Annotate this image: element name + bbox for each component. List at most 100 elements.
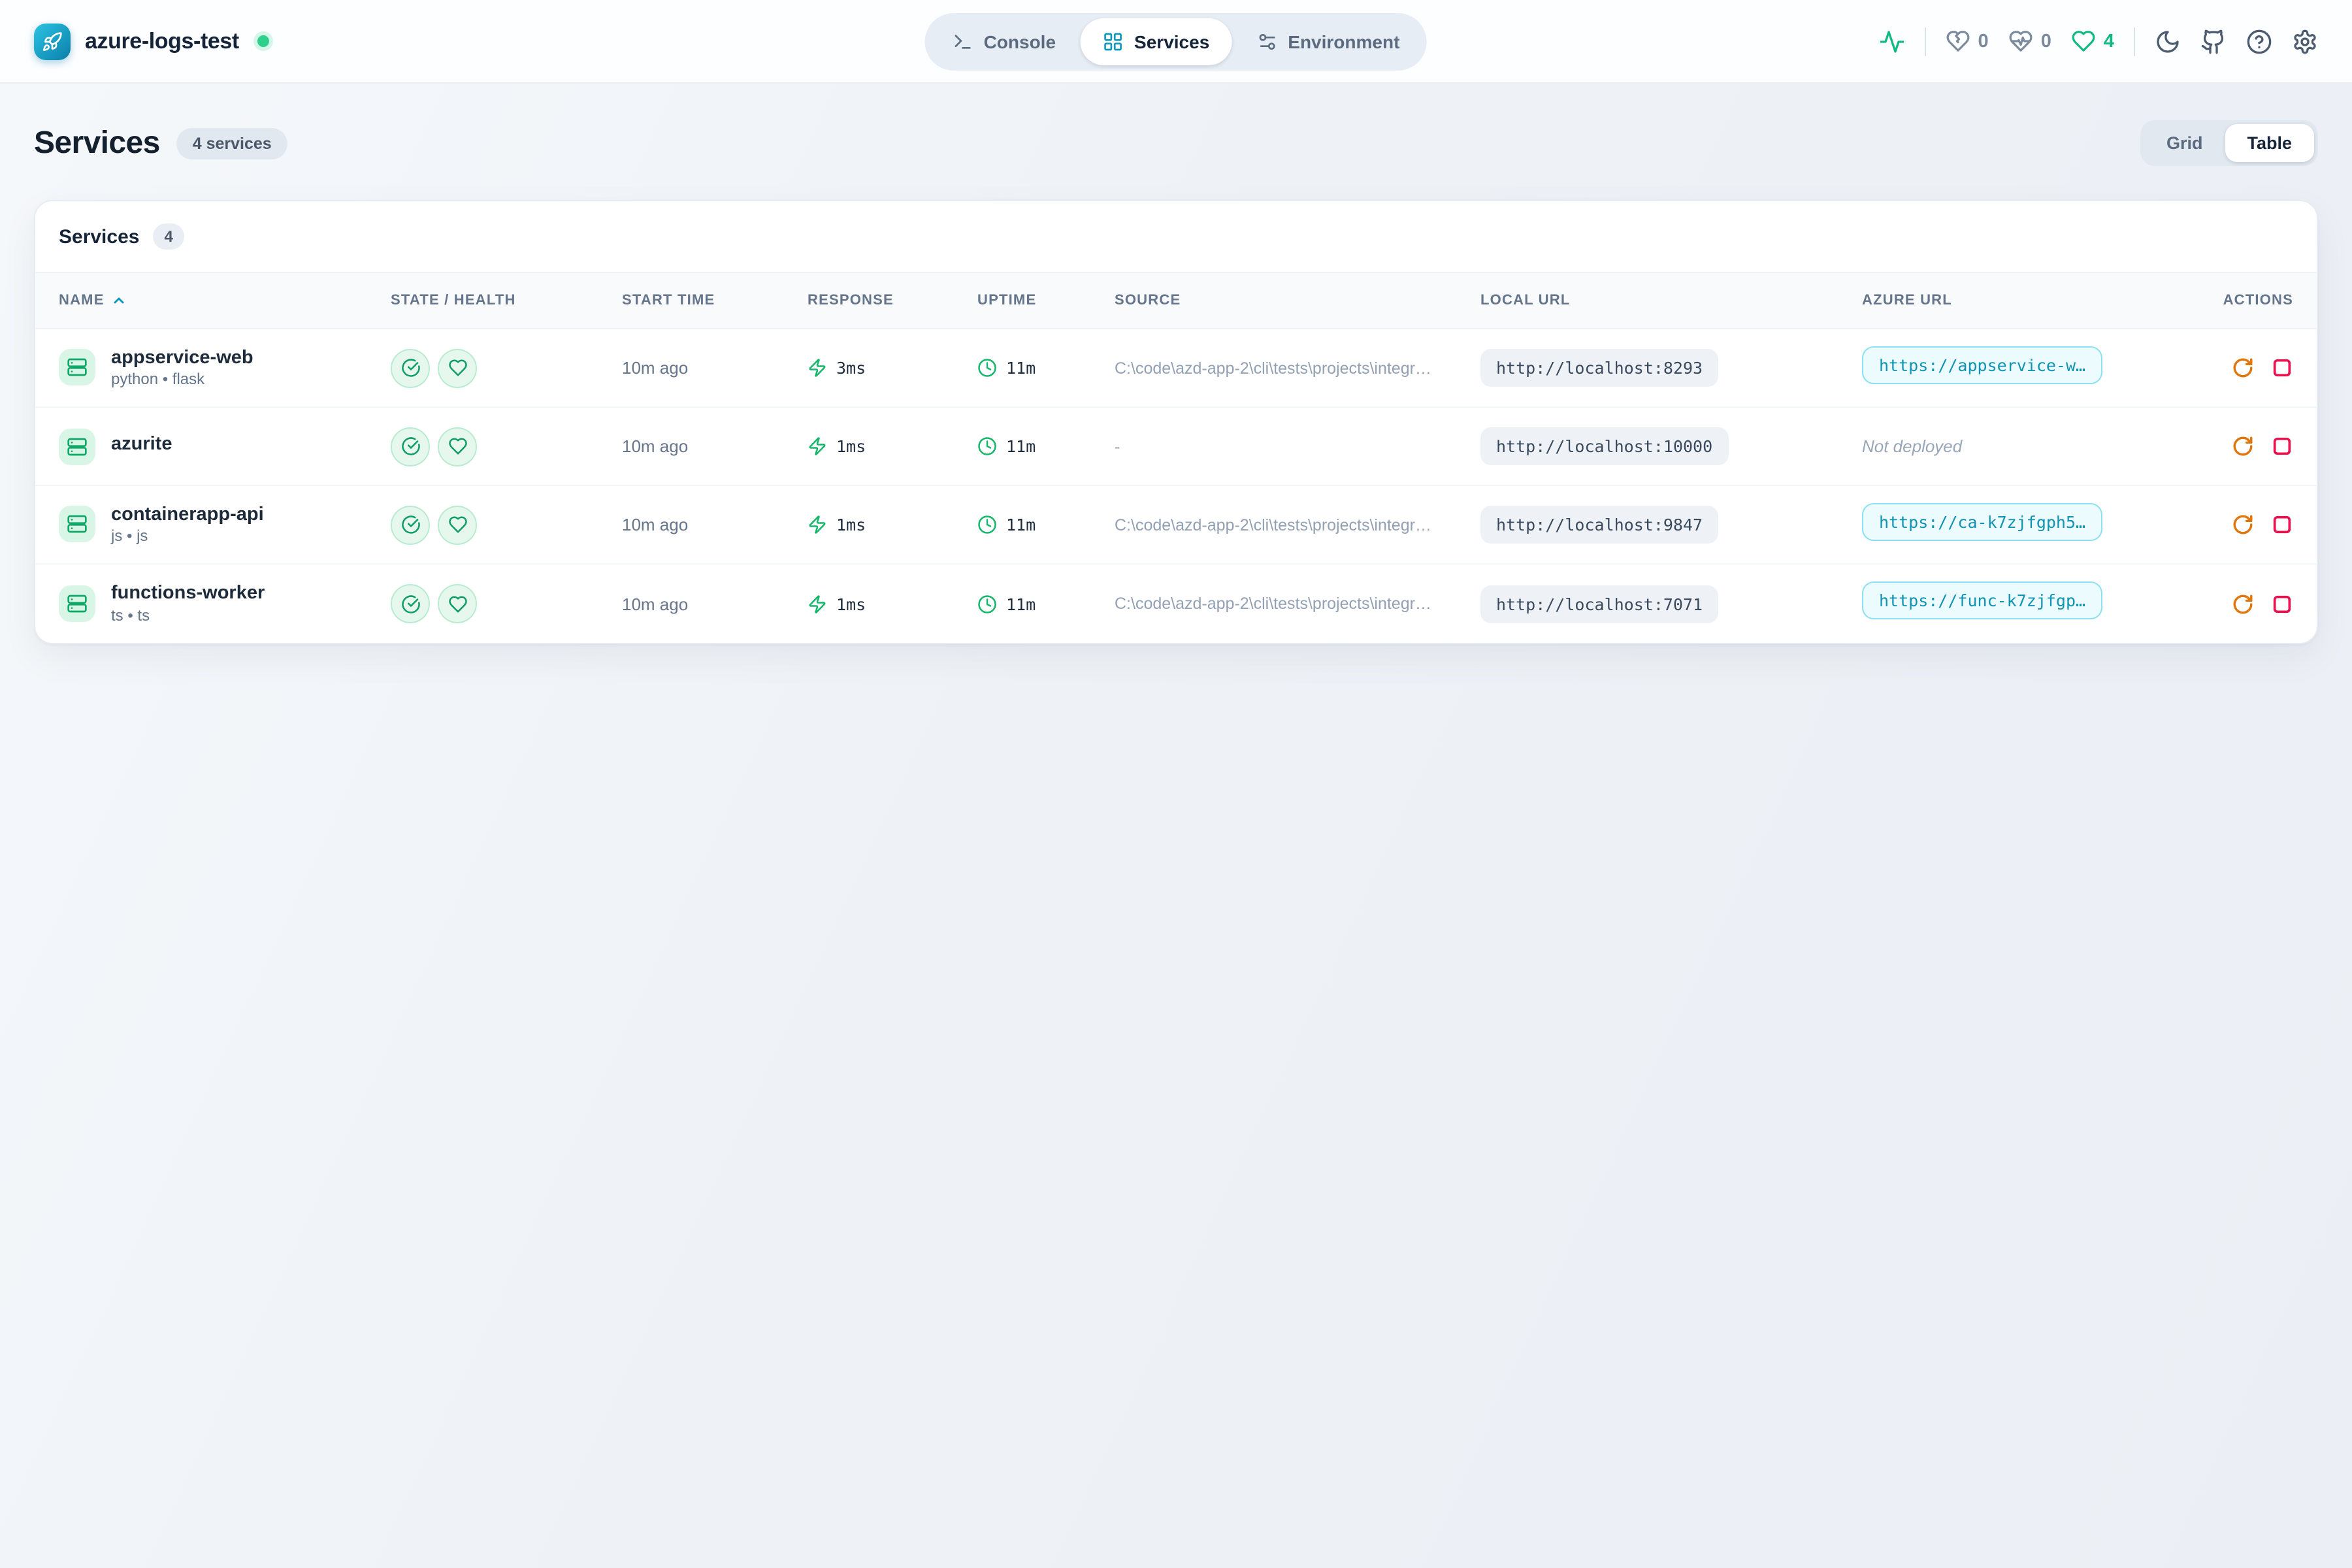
check-circle-icon xyxy=(400,515,420,534)
service-name-cell: azurite xyxy=(59,428,391,465)
actions-cell xyxy=(2139,357,2293,379)
activity-icon xyxy=(1879,28,1905,54)
zap-icon xyxy=(808,358,827,378)
actions-cell xyxy=(2139,514,2293,536)
stop-square-icon xyxy=(2271,435,2293,457)
card-header: Services 4 xyxy=(35,201,2317,272)
app-title: azure-logs-test xyxy=(85,28,239,54)
server-icon xyxy=(59,585,95,622)
start-time: 10m ago xyxy=(622,436,808,456)
tab-environment[interactable]: Environment xyxy=(1234,18,1422,65)
local-url-chip[interactable]: http://localhost:7071 xyxy=(1480,585,1718,623)
dark-mode-toggle[interactable] xyxy=(2155,28,2181,54)
uptime-cell: 11m xyxy=(977,358,1115,378)
restart-button[interactable] xyxy=(2232,593,2254,615)
restart-button[interactable] xyxy=(2232,514,2254,536)
tab-console[interactable]: Console xyxy=(930,18,1078,65)
azure-url-chip[interactable]: https://func-k7zjfgp… xyxy=(1862,581,2102,619)
tab-services[interactable]: Services xyxy=(1081,18,1232,65)
table-row[interactable]: azurite 10m ago 1ms 11m - http://localho… xyxy=(35,408,2317,486)
stat-degraded: 0 xyxy=(2008,29,2051,54)
stop-button[interactable] xyxy=(2271,514,2293,536)
column-state-health[interactable]: State / Health xyxy=(391,293,622,308)
health-healthy-badge xyxy=(438,348,477,387)
terminal-icon xyxy=(953,31,973,52)
state-running-badge xyxy=(391,348,430,387)
local-url-chip[interactable]: http://localhost:9847 xyxy=(1480,506,1718,544)
start-time: 10m ago xyxy=(622,594,808,613)
health-healthy-badge xyxy=(438,427,477,466)
health-healthy-badge xyxy=(438,505,477,544)
services-card: Services 4 Name State / Health Start Tim… xyxy=(34,200,2318,644)
azure-url-chip[interactable]: https://ca-k7zjfgph5… xyxy=(1862,502,2102,540)
heart-icon xyxy=(448,515,467,534)
response-value: 3ms xyxy=(836,358,866,378)
source-path: C:\code\azd-app-2\cli\tests\projects\int… xyxy=(1115,515,1480,534)
help-circle-icon xyxy=(2246,28,2272,54)
header-actions: 0 0 4 xyxy=(1879,27,2318,56)
response-value: 1ms xyxy=(836,436,866,456)
help-button[interactable] xyxy=(2246,28,2272,54)
rocket-logo-icon xyxy=(34,23,71,59)
server-icon xyxy=(59,350,95,386)
azure-url-chip[interactable]: https://appservice-w… xyxy=(1862,346,2102,384)
restart-icon xyxy=(2232,514,2254,536)
grid-view-button[interactable]: Grid xyxy=(2144,124,2225,162)
service-name: azurite xyxy=(111,434,172,455)
local-url-chip[interactable]: http://localhost:8293 xyxy=(1480,349,1718,387)
state-health-cell xyxy=(391,584,622,623)
moon-icon xyxy=(2155,28,2181,54)
stat-healthy: 4 xyxy=(2071,29,2114,54)
service-subtitle: js • js xyxy=(111,528,264,545)
service-name: appservice-web xyxy=(111,347,253,368)
divider xyxy=(2134,27,2135,56)
column-source[interactable]: Source xyxy=(1115,293,1480,308)
clock-icon xyxy=(977,358,997,378)
column-name[interactable]: Name xyxy=(59,293,391,308)
actions-cell xyxy=(2139,593,2293,615)
github-link[interactable] xyxy=(2200,28,2227,54)
heart-icon xyxy=(448,358,467,378)
table-row[interactable]: functions-workerts • ts 10m ago 1ms 11m … xyxy=(35,564,2317,643)
uptime-value: 11m xyxy=(1006,594,1036,613)
state-health-cell xyxy=(391,348,622,387)
stop-button[interactable] xyxy=(2271,593,2293,615)
stop-button[interactable] xyxy=(2271,435,2293,457)
uptime-cell: 11m xyxy=(977,515,1115,534)
heart-crack-icon xyxy=(1946,29,1970,54)
check-circle-icon xyxy=(400,436,420,456)
sort-ascending-icon xyxy=(111,293,127,308)
column-actions: Actions xyxy=(2139,293,2293,308)
app-root: azure-logs-test Console Services Environ… xyxy=(0,0,2352,1568)
table-row[interactable]: appservice-webpython • flask 10m ago 3ms… xyxy=(35,329,2317,408)
service-name-cell: functions-workerts • ts xyxy=(59,583,391,625)
state-running-badge xyxy=(391,505,430,544)
column-local-url[interactable]: Local URL xyxy=(1480,293,1862,308)
uptime-cell: 11m xyxy=(977,594,1115,613)
table-row[interactable]: containerapp-apijs • js 10m ago 1ms 11m … xyxy=(35,486,2317,564)
brand: azure-logs-test xyxy=(34,23,269,59)
column-azure-url[interactable]: Azure URL xyxy=(1862,293,2139,308)
uptime-cell: 11m xyxy=(977,436,1115,456)
divider xyxy=(1925,27,1926,56)
column-uptime[interactable]: Uptime xyxy=(977,293,1115,308)
clock-icon xyxy=(977,436,997,456)
table-view-button[interactable]: Table xyxy=(2225,124,2314,162)
response-cell: 1ms xyxy=(808,436,977,456)
column-start-time[interactable]: Start Time xyxy=(622,293,808,308)
stop-button[interactable] xyxy=(2271,357,2293,379)
response-cell: 1ms xyxy=(808,594,977,613)
zap-icon xyxy=(808,436,827,456)
column-response[interactable]: Response xyxy=(808,293,977,308)
server-icon xyxy=(59,428,95,465)
settings-button[interactable] xyxy=(2292,28,2318,54)
restart-icon xyxy=(2232,435,2254,457)
state-running-badge xyxy=(391,584,430,623)
page-title: Services xyxy=(34,125,160,161)
azure-not-deployed: Not deployed xyxy=(1862,436,1962,455)
restart-button[interactable] xyxy=(2232,435,2254,457)
source-path: C:\code\azd-app-2\cli\tests\projects\int… xyxy=(1115,595,1480,613)
restart-button[interactable] xyxy=(2232,357,2254,379)
health-healthy-badge xyxy=(438,584,477,623)
local-url-chip[interactable]: http://localhost:10000 xyxy=(1480,427,1728,465)
